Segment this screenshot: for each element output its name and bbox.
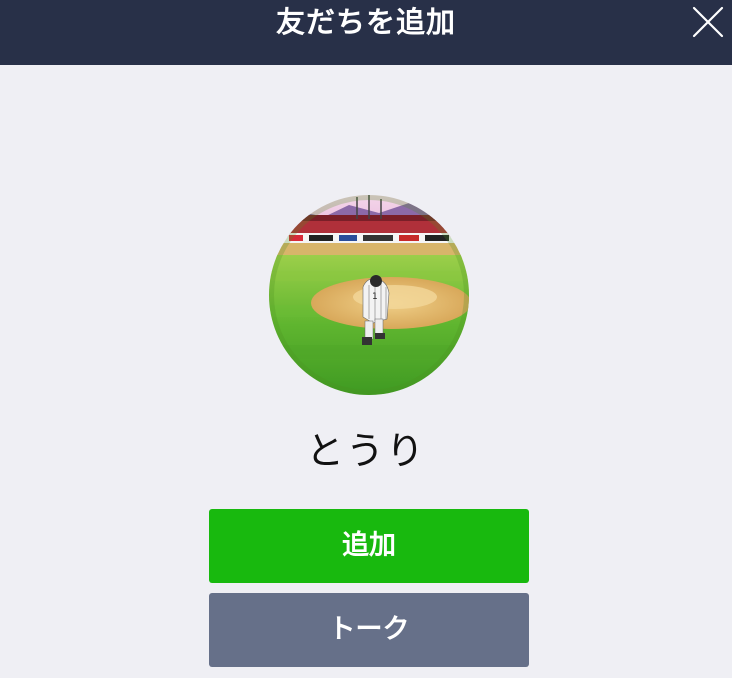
close-icon: [692, 6, 724, 38]
header-bar: 友だちを追加: [0, 0, 732, 65]
profile-name: とうり: [305, 429, 426, 473]
avatar[interactable]: 1: [269, 195, 469, 395]
close-button[interactable]: [688, 2, 728, 42]
profile-photo-icon: 1: [269, 195, 469, 395]
page-title: 友だちを追加: [275, 5, 456, 39]
add-friend-button[interactable]: 追加: [209, 509, 529, 583]
talk-button[interactable]: トーク: [209, 593, 529, 667]
svg-text:1: 1: [372, 292, 378, 302]
